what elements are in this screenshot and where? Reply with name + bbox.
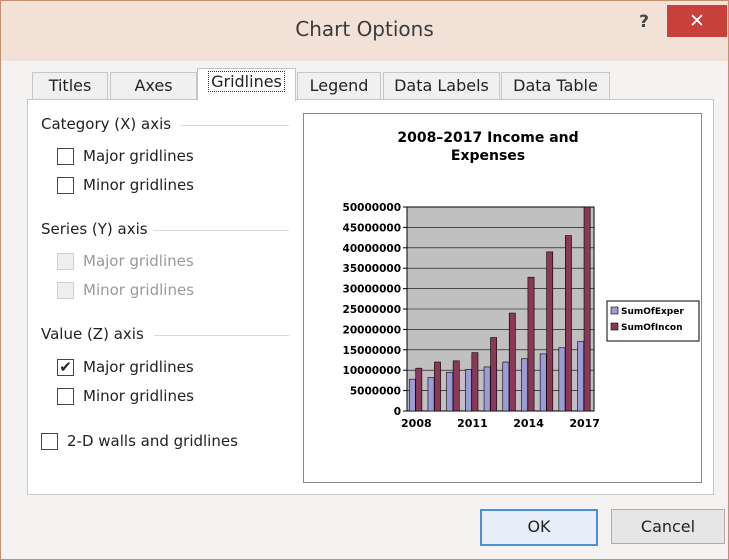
close-icon: ✕ [689, 10, 705, 32]
bar [415, 367, 423, 412]
bar [483, 366, 491, 412]
value-axis-label: Value (Z) axis [41, 325, 144, 343]
value-major-gridlines[interactable]: ✔ Major gridlines [57, 358, 194, 376]
tab-data-labels[interactable]: Data Labels [383, 72, 500, 100]
bar [508, 312, 516, 412]
walls-label: 2-D walls and gridlines [67, 432, 238, 450]
bar [521, 358, 528, 412]
series-major-checkbox [57, 252, 74, 270]
y-tick-label: 0 [394, 406, 401, 418]
y-tick-label: 40000000 [343, 243, 401, 255]
bar [527, 276, 535, 412]
bar [583, 206, 591, 412]
close-button[interactable]: ✕ [667, 5, 727, 37]
y-tick-label: 15000000 [343, 345, 401, 357]
help-button[interactable]: ? [629, 9, 659, 35]
y-tick-label: 5000000 [350, 386, 401, 398]
bar [558, 347, 566, 412]
value-minor-label: Minor gridlines [83, 387, 194, 405]
bar [577, 341, 585, 412]
legend-swatch [610, 322, 619, 331]
y-tick-label: 35000000 [343, 263, 401, 275]
series-minor-checkbox [57, 281, 74, 299]
y-tick-label: 30000000 [343, 284, 401, 296]
series-minor-gridlines: Minor gridlines [57, 281, 194, 299]
series-major-gridlines: Major gridlines [57, 252, 194, 270]
tab-axes[interactable]: Axes [110, 72, 197, 100]
category-minor-label: Minor gridlines [83, 176, 194, 194]
bar [452, 360, 460, 412]
ok-button[interactable]: OK [480, 509, 598, 546]
chart-preview: 2008–2017 Income and Expenses 0 5000000 1000… [303, 113, 702, 483]
group-divider [181, 125, 289, 126]
y-tick-label: 10000000 [343, 365, 401, 377]
category-minor-gridlines[interactable]: Minor gridlines [57, 176, 194, 194]
value-major-checkbox[interactable]: ✔ [57, 357, 74, 376]
legend-label: SumOfExper [621, 307, 684, 317]
bar [502, 361, 510, 412]
legend-swatch [610, 306, 619, 315]
tab-legend[interactable]: Legend [297, 72, 381, 100]
category-minor-checkbox[interactable] [57, 176, 74, 194]
tab-data-table[interactable]: Data Table [501, 72, 610, 100]
title-bar: Chart Options ? ✕ [1, 1, 728, 61]
value-minor-checkbox[interactable] [57, 387, 74, 405]
series-minor-label: Minor gridlines [83, 281, 194, 299]
bar [539, 353, 547, 412]
y-tick-label: 25000000 [343, 304, 401, 316]
y-tick-label: 50000000 [343, 202, 401, 214]
chart-title: 2008–2017 Income and [397, 130, 578, 146]
group-divider [153, 230, 289, 231]
series-major-label: Major gridlines [83, 252, 194, 270]
value-minor-gridlines[interactable]: Minor gridlines [57, 387, 194, 405]
legend-label: SumOfIncon [621, 323, 683, 333]
bar [565, 235, 572, 412]
x-tick-label: 2014 [513, 417, 544, 430]
bar [434, 361, 441, 412]
bar [490, 337, 497, 412]
cancel-button[interactable]: Cancel [611, 509, 725, 544]
x-tick-label: 2008 [401, 417, 432, 430]
chart-title: Expenses [451, 148, 525, 164]
bar [465, 369, 472, 412]
y-tick-label: 45000000 [343, 222, 401, 234]
tab-gridlines-label: Gridlines [208, 71, 285, 92]
checkmark-icon: ✔ [59, 357, 72, 376]
series-axis-label: Series (Y) axis [41, 220, 148, 238]
y-tick-label: 20000000 [343, 324, 401, 336]
category-major-checkbox[interactable] [57, 147, 74, 165]
value-major-label: Major gridlines [83, 358, 194, 376]
chart-preview-svg: 2008–2017 Income and Expenses 0 5000000 1000… [343, 130, 700, 430]
bar [446, 371, 454, 412]
category-major-gridlines[interactable]: Major gridlines [57, 147, 194, 165]
bar [471, 352, 479, 412]
bar [427, 377, 435, 412]
walls-gridlines[interactable]: 2-D walls and gridlines [41, 432, 238, 450]
tab-gridlines[interactable]: Gridlines [197, 68, 296, 101]
bar [546, 251, 554, 412]
x-tick-label: 2017 [569, 417, 600, 430]
tab-titles[interactable]: Titles [32, 72, 108, 100]
category-major-label: Major gridlines [83, 147, 194, 165]
category-axis-label: Category (X) axis [41, 115, 172, 133]
x-tick-label: 2011 [457, 417, 488, 430]
group-divider [154, 335, 289, 336]
dialog-title: Chart Options [295, 17, 434, 41]
chart-options-dialog: Chart Options ? ✕ Titles Axes Gridlines … [0, 0, 729, 560]
walls-checkbox[interactable] [41, 432, 58, 450]
bar [408, 378, 416, 412]
